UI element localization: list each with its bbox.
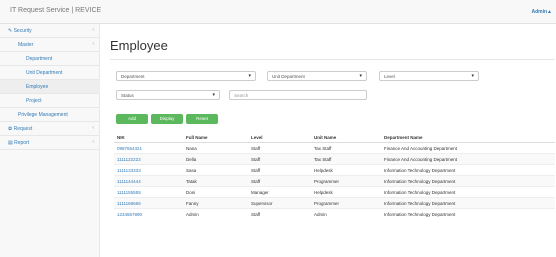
chevron-left-icon: ‹ [92, 27, 94, 33]
table-row[interactable]: 1111144444 Tatak Staff Programmer Inform… [114, 175, 555, 187]
sidebar-item-label: Project [26, 98, 42, 104]
department-select-value: Department [121, 74, 145, 79]
column-header-full-name[interactable]: Full Name [183, 132, 248, 143]
department-name-cell: Information Technology Department [381, 164, 555, 176]
column-header-unit-name[interactable]: Unit Name [311, 132, 381, 143]
level-cell: Staff [248, 208, 311, 219]
department-name-cell: Information Technology Department [381, 175, 555, 187]
unit-name-cell: Tax Staff [311, 142, 381, 154]
sidebar-item-label: Privilege Management [18, 112, 68, 118]
column-header-level[interactable]: Level [248, 132, 311, 143]
unit-name-cell: Tax Staff [311, 153, 381, 165]
column-header-nik[interactable]: NIK [114, 132, 183, 143]
divider [110, 59, 555, 60]
sidebar: ✎ Security ‹ Master ‹ Department Unit De… [0, 24, 100, 257]
full-name-cell: Tatak [183, 175, 248, 187]
status-select[interactable]: Status ▾ [116, 90, 220, 100]
level-select[interactable]: Level ▾ [379, 71, 479, 81]
sidebar-item-privilege-management[interactable]: Privilege Management [0, 108, 100, 122]
top-navbar: IT Request Service | REVICE Admin▲ [0, 0, 556, 24]
nik-link[interactable]: 1111122222 [114, 153, 183, 165]
department-name-cell: Information Technology Department [381, 197, 555, 209]
nik-link[interactable]: 1234567890 [114, 208, 183, 219]
chevron-left-icon: ‹ [92, 125, 94, 131]
status-select-value: Status [121, 93, 134, 98]
full-name-cell: Nana [183, 142, 248, 154]
sidebar-item-unit-department[interactable]: Unit Department [0, 66, 100, 80]
caret-down-icon: ▾ [212, 92, 215, 98]
search-placeholder: Search [234, 93, 249, 98]
sidebar-item-master[interactable]: Master ‹ [0, 38, 100, 52]
nik-link[interactable]: 0987654321 [114, 142, 183, 154]
sidebar-item-request[interactable]: ✿ Request ‹ [0, 122, 100, 136]
department-name-cell: Information Technology Department [381, 208, 555, 219]
full-name-cell: Doni [183, 186, 248, 198]
sidebar-item-department[interactable]: Department [0, 52, 100, 66]
unit-name-cell: Programmer [311, 197, 381, 209]
add-button[interactable]: Add [116, 114, 148, 124]
unit-name-cell: Helpdesk [311, 164, 381, 176]
table-row[interactable]: 0987654321 Nana Staff Tax Staff Finance … [114, 142, 555, 154]
table-row[interactable]: 1111133333 Sasa Staff Helpdesk Informati… [114, 164, 555, 176]
department-select[interactable]: Department ▾ [116, 71, 256, 81]
sidebar-item-project[interactable]: Project [0, 94, 100, 108]
reset-button[interactable]: Reset [186, 114, 218, 124]
table-row[interactable]: 1111155555 Doni Manager Helpdesk Informa… [114, 186, 555, 198]
nik-link[interactable]: 1111144444 [114, 175, 183, 187]
level-cell: Staff [248, 175, 311, 187]
table-row[interactable]: 1111122222 Della Staff Tax Staff Finance… [114, 153, 555, 165]
sidebar-item-label: ✿ Request [8, 126, 33, 132]
unit-name-cell: Programmer [311, 175, 381, 187]
level-cell: Supervisor [248, 197, 311, 209]
nik-link[interactable]: 1111133333 [114, 164, 183, 176]
full-name-cell: Della [183, 153, 248, 165]
full-name-cell: Admin [183, 208, 248, 219]
page-title: Employee [110, 38, 168, 53]
caret-down-icon: ▾ [248, 73, 251, 79]
level-cell: Staff [248, 153, 311, 165]
unit-department-select-value: Unit Department [272, 74, 305, 79]
unit-name-cell: Helpdesk [311, 186, 381, 198]
main-content: Employee Department ▾ Unit Department ▾ … [100, 24, 556, 257]
chevron-left-icon: ‹ [92, 139, 94, 145]
sidebar-item-security[interactable]: ✎ Security ‹ [0, 24, 100, 38]
sidebar-item-label: ✎ Security [8, 28, 32, 34]
caret-down-icon: ▾ [359, 73, 362, 79]
sidebar-item-label: Employee [26, 84, 49, 90]
sidebar-item-report[interactable]: ▤ Report ‹ [0, 136, 100, 150]
level-cell: Staff [248, 164, 311, 176]
unit-department-select[interactable]: Unit Department ▾ [267, 71, 367, 81]
nik-link[interactable]: 1111166666 [114, 197, 183, 209]
table-row[interactable]: 1234567890 Admin Staff Admin Information… [114, 208, 555, 219]
sidebar-item-label: Master [18, 42, 34, 48]
level-select-value: Level [384, 74, 395, 79]
app-title[interactable]: IT Request Service | REVICE [10, 7, 101, 14]
nik-link[interactable]: 1111155555 [114, 186, 183, 198]
chevron-left-icon: ‹ [92, 41, 94, 47]
full-name-cell: Fanny [183, 197, 248, 209]
table-header-row: NIK Full Name Level Unit Name Department… [114, 132, 555, 143]
unit-name-cell: Admin [311, 208, 381, 219]
department-name-cell: Information Technology Department [381, 186, 555, 198]
search-input[interactable]: Search [229, 90, 367, 100]
department-name-cell: Finance And Accounting Department [381, 142, 555, 154]
display-button[interactable]: Display [151, 114, 183, 124]
caret-down-icon: ▾ [471, 73, 474, 79]
sidebar-item-label: Unit Department [26, 70, 63, 76]
sidebar-item-label: ▤ Report [8, 140, 30, 146]
column-header-department-name[interactable]: Department Name [381, 132, 555, 143]
table-row[interactable]: 1111166666 Fanny Supervisor Programmer I… [114, 197, 555, 209]
sidebar-item-employee[interactable]: Employee [0, 80, 100, 94]
department-name-cell: Finance And Accounting Department [381, 153, 555, 165]
employee-table: NIK Full Name Level Unit Name Department… [114, 132, 555, 219]
user-menu[interactable]: Admin▲ [531, 9, 552, 15]
level-cell: Staff [248, 142, 311, 154]
level-cell: Manager [248, 186, 311, 198]
sidebar-item-label: Department [26, 56, 53, 62]
full-name-cell: Sasa [183, 164, 248, 176]
